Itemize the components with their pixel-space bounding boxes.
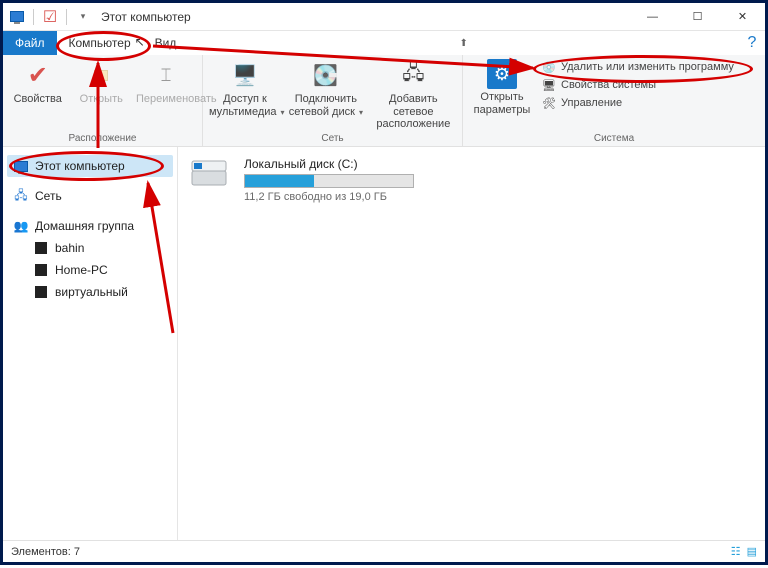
explorer-body: Этот компьютер 🖧 Сеть 👥 Домашняя группа … (3, 147, 765, 540)
tiles-view-icon[interactable]: ▤ (747, 545, 757, 558)
separator (66, 9, 67, 25)
checkbox-icon[interactable]: ☑ (40, 7, 60, 27)
nav-hg-item-0-label: bahin (55, 241, 84, 255)
details-view-icon[interactable]: ☷ (731, 545, 741, 558)
rename-label: Переименовать (136, 93, 196, 106)
ribbon-group-system: ⚙ Открыть параметры 💿 Удалить или измени… (463, 55, 765, 146)
sysprops-label: Свойства системы (561, 79, 656, 91)
chevron-down-icon: ▾ (359, 108, 363, 117)
group-label-network: Сеть (209, 131, 456, 144)
maximize-button[interactable]: ☐ (675, 3, 720, 31)
manage-button[interactable]: 🛠 Управление (541, 95, 734, 111)
media-label: Доступ к мультимедиа (209, 93, 277, 118)
nav-network[interactable]: 🖧 Сеть (7, 185, 173, 207)
uninstall-label: Удалить или изменить программу (561, 61, 734, 73)
window-controls: — ☐ ✕ (630, 3, 765, 31)
nav-this-pc[interactable]: Этот компьютер (7, 155, 173, 177)
gear-icon: ⚙ (487, 59, 517, 89)
close-button[interactable]: ✕ (720, 3, 765, 31)
qat-dropdown-icon[interactable]: ▾ (73, 7, 93, 27)
drive-info: Локальный диск (C:) 11,2 ГБ свободно из … (244, 157, 414, 203)
open-settings-button[interactable]: ⚙ Открыть параметры (469, 59, 535, 116)
drive-name: Локальный диск (C:) (244, 157, 414, 171)
open-button[interactable]: Открыть (73, 59, 131, 106)
add-location-label: Добавить сетевое расположение (371, 93, 456, 131)
group-label-location: Расположение (9, 131, 196, 144)
drive-free-text: 11,2 ГБ свободно из 19,0 ГБ (244, 191, 414, 203)
ribbon-group-network: 🖥️ Доступ к мультимедиа▾ 💽 Подключить се… (203, 55, 463, 146)
network-icon: 🖧 (13, 188, 29, 204)
add-location-button[interactable]: 🖧 Добавить сетевое расположение (371, 59, 456, 131)
ribbon: ✔ Свойства Открыть ⌶ Переименовать Распо… (3, 55, 765, 147)
square-icon (33, 284, 49, 300)
tab-file[interactable]: Файл (3, 31, 57, 55)
window-title: Этот компьютер (101, 10, 191, 24)
cursor-icon: ↖ (135, 35, 145, 49)
tab-computer[interactable]: Компьютер ↖ (57, 31, 143, 55)
rename-button[interactable]: ⌶ Переименовать (136, 59, 196, 106)
status-count: Элементов: 7 (11, 546, 80, 558)
separator (33, 9, 34, 25)
tab-view[interactable]: Вид (143, 31, 189, 55)
rename-icon: ⌶ (150, 59, 182, 91)
ribbon-group-location: ✔ Свойства Открыть ⌶ Переименовать Распо… (3, 55, 203, 146)
properties-button[interactable]: ✔ Свойства (9, 59, 67, 106)
ribbon-tabs: Файл Компьютер ↖ Вид ⬆ ? (3, 31, 765, 55)
ribbon-minimize-icon[interactable]: ⬆ (451, 31, 477, 55)
drive-usage-bar (244, 174, 414, 188)
minimize-button[interactable]: — (630, 3, 675, 31)
content-pane[interactable]: Локальный диск (C:) 11,2 ГБ свободно из … (178, 147, 765, 540)
nav-hg-item-0[interactable]: bahin (7, 237, 173, 259)
group-label-system: Система (469, 131, 759, 144)
nav-hg-item-1-label: Home-PC (55, 263, 108, 277)
folder-open-icon (85, 59, 117, 91)
view-mode-buttons: ☷ ▤ (731, 545, 757, 558)
tools-icon: 🛠 (541, 95, 557, 111)
open-label: Открыть (73, 93, 131, 106)
system-shortcuts: 💿 Удалить или изменить программу 🖥 Свойс… (541, 59, 734, 111)
nav-hg-item-2[interactable]: виртуальный (7, 281, 173, 303)
titlebar: ☑ ▾ Этот компьютер — ☐ ✕ (3, 3, 765, 31)
square-icon (33, 262, 49, 278)
tab-computer-label: Компьютер (69, 36, 131, 50)
homegroup-icon: 👥 (13, 218, 29, 234)
navigation-pane[interactable]: Этот компьютер 🖧 Сеть 👥 Домашняя группа … (3, 147, 178, 540)
checkmark-icon: ✔ (22, 59, 54, 91)
status-bar: Элементов: 7 ☷ ▤ (3, 540, 765, 562)
cd-icon: 💿 (541, 59, 557, 75)
nav-homegroup-label: Домашняя группа (35, 219, 134, 233)
square-icon (33, 240, 49, 256)
media-access-button[interactable]: 🖥️ Доступ к мультимедиа▾ (209, 59, 281, 118)
nav-network-label: Сеть (35, 189, 62, 203)
uninstall-program-button[interactable]: 💿 Удалить или изменить программу (541, 59, 734, 75)
monitor-icon: 🖥 (541, 77, 557, 93)
network-location-icon: 🖧 (397, 59, 429, 91)
manage-label: Управление (561, 97, 622, 109)
help-icon[interactable]: ? (739, 31, 765, 55)
drive-local-c[interactable]: Локальный диск (C:) 11,2 ГБ свободно из … (190, 157, 753, 203)
nav-hg-item-2-label: виртуальный (55, 285, 128, 299)
drive-icon: 💽 (310, 59, 342, 91)
hdd-icon (190, 157, 230, 193)
system-properties-button[interactable]: 🖥 Свойства системы (541, 77, 734, 93)
nav-hg-item-1[interactable]: Home-PC (7, 259, 173, 281)
map-drive-label: Подключить сетевой диск (289, 93, 357, 118)
nav-homegroup[interactable]: 👥 Домашняя группа (7, 215, 173, 237)
quick-access-toolbar: ☑ ▾ (3, 7, 97, 27)
media-icon: 🖥️ (229, 59, 261, 91)
nav-this-pc-label: Этот компьютер (35, 159, 125, 173)
open-settings-label: Открыть параметры (469, 91, 535, 116)
map-drive-button[interactable]: 💽 Подключить сетевой диск▾ (287, 59, 365, 118)
computer-icon (13, 158, 29, 174)
properties-label: Свойства (9, 93, 67, 106)
chevron-down-icon: ▾ (281, 108, 285, 117)
computer-icon (7, 7, 27, 27)
